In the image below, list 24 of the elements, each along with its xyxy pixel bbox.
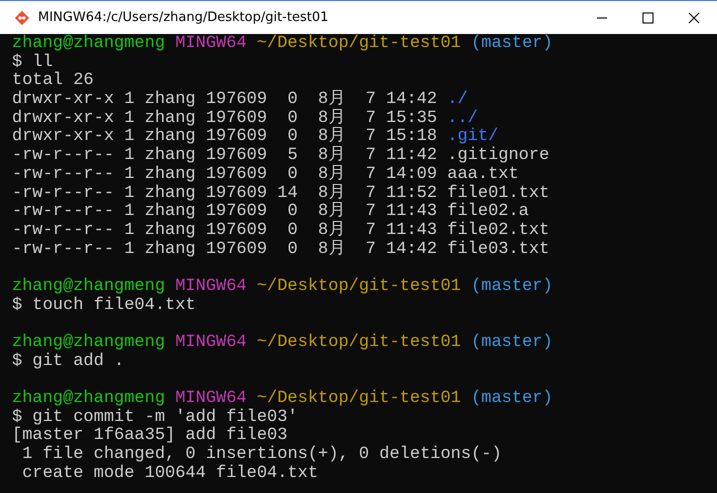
terminal-line: create mode 100644 file04.txt (21, 464, 318, 484)
terminal-line: $ ll (12, 54, 53, 72)
window-title: MINGW64:/c/Users/zhang/Desktop/git-test01 (38, 10, 330, 25)
terminal-line: $ touch file04.txt (12, 296, 196, 316)
terminal-line: drwxr-xr-x 1 zhang 197609 0 8月 7 15:18 .git/ (12, 128, 498, 146)
terminal-line: -rw-r--r-- 1 zhang 197609 5 8月 7 11:42 .gitignore (12, 147, 550, 166)
prompt-line: zhang@zhangmeng MINGW64 ~/Desktop/git-test01 (master) (12, 334, 553, 352)
prompt-line: zhang@zhangmeng MINGW64 ~/Desktop/git-test01 (master) (12, 35, 553, 54)
terminal-line: -rw-r--r-- 1 zhang 197609 0 8月 7 14:09 aaa.txt (12, 166, 519, 184)
prompt-line: zhang@zhangmeng MINGW64 ~/Desktop/git-test01 (master) (12, 278, 553, 296)
terminal-line: $ git add . (12, 352, 124, 372)
terminal-line: drwxr-xr-x 1 zhang 197609 0 8月 7 14:42 ./ (12, 91, 468, 110)
terminal-line: drwxr-xr-x 1 zhang 197609 0 8月 7 15:35 ../ (12, 110, 478, 128)
terminal-line: total 26 (12, 72, 94, 90)
terminal-line: 1 file changed, 0 insertions(+), 0 deletions(-) (21, 446, 502, 464)
prompt-line: zhang@zhangmeng MINGW64 ~/Desktop/git-test01 (master) (12, 390, 553, 408)
terminal-line: $ git commit -m 'add file03' (12, 408, 298, 427)
maximize-icon (642, 12, 654, 24)
close-icon (688, 12, 700, 24)
terminal-line: -rw-r--r-- 1 zhang 197609 0 8月 7 11:43 file02.a (12, 203, 529, 222)
terminal-line: [master 1f6aa35] add file03 (12, 427, 288, 446)
terminal-line: -rw-r--r-- 1 zhang 197609 0 8月 7 11:43 file02.txt (12, 222, 550, 240)
terminal-line: -rw-r--r-- 1 zhang 197609 0 8月 7 14:42 file03.txt (12, 240, 550, 260)
terminal-line: -rw-r--r-- 1 zhang 197609 14 8月 7 11:52 file01.txt (12, 184, 550, 202)
